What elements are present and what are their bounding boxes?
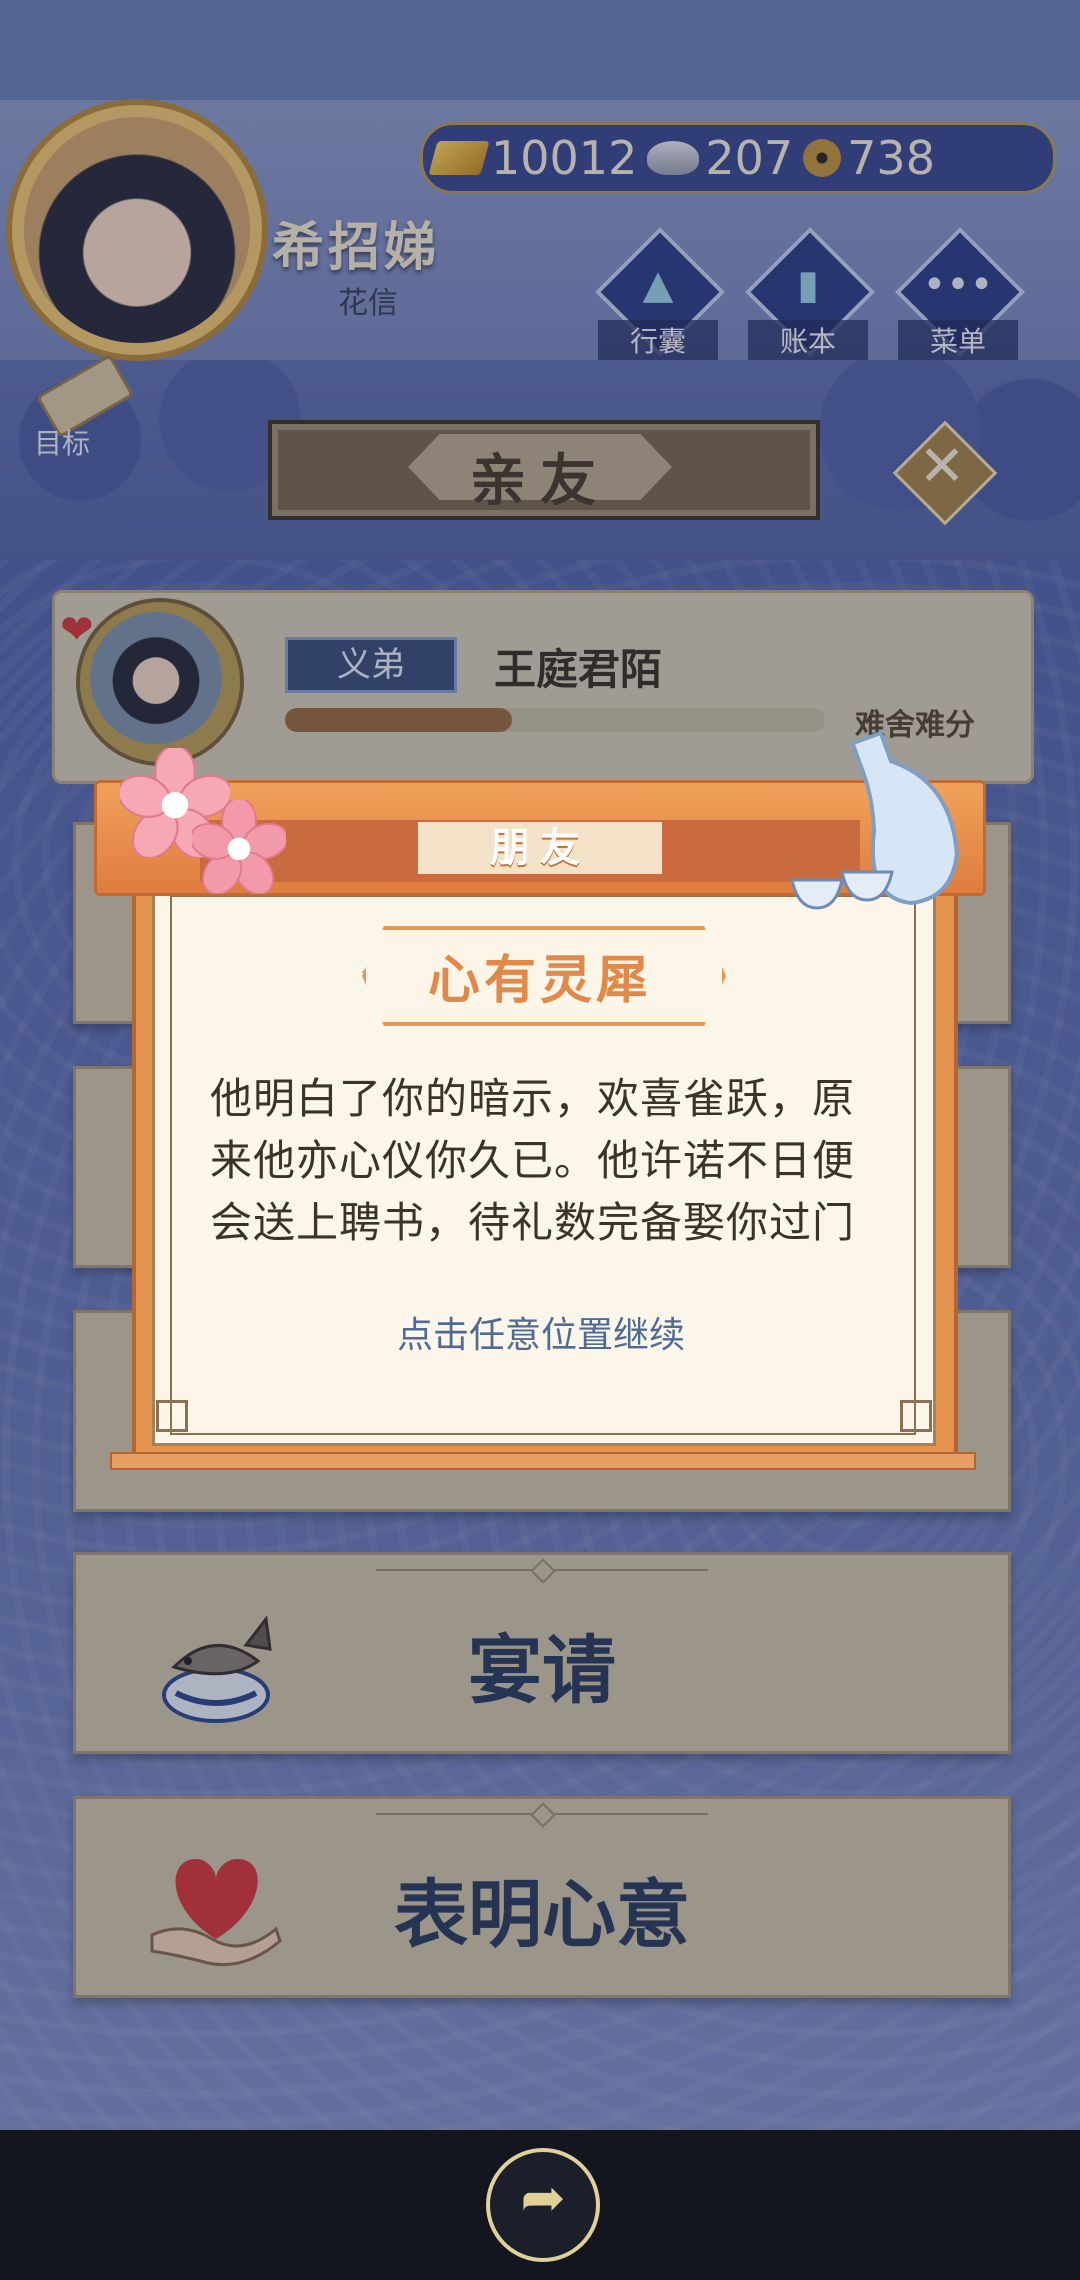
relationship-tag: 朋友 (418, 822, 662, 874)
share-button[interactable]: ➦ (486, 2148, 600, 2262)
share-icon: ➦ (520, 2166, 566, 2229)
corner-ornament (156, 1400, 188, 1432)
flower-icon (192, 800, 286, 894)
corner-ornament (900, 1400, 932, 1432)
relationship-tag-text: 朋友 (490, 825, 590, 871)
popup-message: 他明白了你的暗示，欢喜雀跃，原来他亦心仪你久已。他许诺不日便会送上聘书，待礼数完… (210, 1074, 856, 1247)
continue-hint[interactable]: 点击任意位置继续 (152, 1306, 930, 1358)
wine-cups-icon (790, 870, 894, 910)
popup-title: 心有灵犀 (427, 951, 652, 1011)
popup-base (110, 1452, 976, 1470)
